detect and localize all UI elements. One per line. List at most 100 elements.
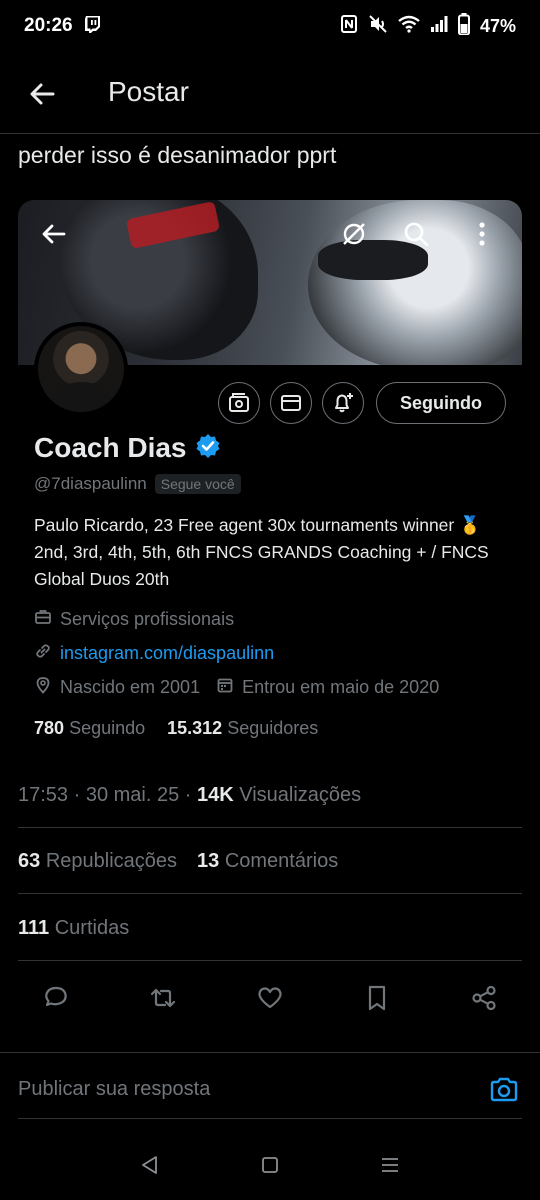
post-text: perder isso é desanimador pprt: [18, 142, 337, 168]
profile-link[interactable]: instagram.com/diaspaulinn: [60, 643, 274, 664]
follows-you-badge: Segue você: [154, 474, 241, 494]
views-count: 14K: [196, 784, 234, 806]
bookmark-button[interactable]: [361, 982, 393, 1014]
bookmark-icon: [368, 985, 386, 1011]
heart-icon: [258, 987, 282, 1009]
follow-counts: 780 Seguindo 15.312 Seguidores: [34, 718, 318, 739]
camera-icon: [490, 1077, 518, 1102]
following-count-link[interactable]: 780 Seguindo: [34, 718, 145, 739]
divider: [18, 960, 522, 961]
action-bar: [18, 975, 522, 1021]
joined-item: Entrou em maio de 2020: [216, 676, 439, 699]
following-label: Seguindo: [69, 718, 146, 738]
square-home-icon: [262, 1157, 278, 1173]
repost-button[interactable]: [147, 982, 179, 1014]
link-row: instagram.com/diaspaulinn: [34, 642, 274, 665]
profile-name: Coach Dias: [34, 432, 187, 463]
reply-button[interactable]: [40, 982, 72, 1014]
professional-label: Serviços profissionais: [60, 609, 235, 629]
profile-handle: @7diaspaulinn: [34, 474, 147, 493]
header-divider: [0, 133, 540, 134]
subscribe-icon: [229, 393, 249, 412]
mute-icon: [368, 14, 388, 39]
comment-icon: [45, 986, 67, 1007]
nav-home-button[interactable]: [255, 1150, 285, 1180]
verified-badge-icon: [195, 433, 221, 464]
page-title: Postar: [108, 76, 189, 107]
joined-label: Entrou em maio de 2020: [242, 677, 440, 697]
location-pin-icon: [34, 676, 52, 699]
share-button[interactable]: [468, 982, 500, 1014]
message-button[interactable]: [270, 382, 312, 424]
calendar-icon: [216, 676, 234, 699]
nav-back-button[interactable]: [135, 1150, 165, 1180]
arrow-left-icon: [42, 224, 66, 244]
banner-grok-button[interactable]: [336, 216, 372, 252]
menu-lines-icon: [382, 1158, 398, 1172]
reply-underline: [18, 1118, 522, 1119]
status-bar: 20:26 47%: [0, 0, 540, 52]
born-label: Nascido em 2001: [60, 677, 201, 697]
share-icon: [472, 985, 496, 1011]
followers-count: 15.312: [167, 718, 223, 738]
triangle-back-icon: [142, 1156, 157, 1174]
notifications-button[interactable]: [322, 382, 364, 424]
following-count: 780: [34, 718, 65, 738]
search-icon: [404, 222, 429, 247]
views-label: Visualizações: [239, 784, 362, 806]
reply-bar-divider: [0, 1052, 540, 1053]
repost-icon: [150, 988, 176, 1008]
battery-percent: 47%: [479, 15, 516, 36]
followers-count-link[interactable]: 15.312 Seguidores: [167, 718, 318, 739]
like-button[interactable]: [254, 982, 286, 1014]
arrow-left-icon: [30, 83, 55, 105]
status-time: 20:26: [24, 15, 73, 36]
post-timestamp: 17:53 · 30 mai. 25 · 14K Visualizações: [18, 784, 361, 807]
professional-row: Serviços profissionais: [34, 608, 234, 631]
engagement-row: 63 Republicações 13 Comentários: [18, 850, 338, 873]
avatar[interactable]: [34, 322, 128, 416]
banner-more-button[interactable]: [464, 216, 500, 252]
subscribe-button[interactable]: [218, 382, 260, 424]
nfc-icon: [340, 14, 358, 39]
divider: [18, 893, 522, 894]
likes-label: Curtidas: [54, 917, 130, 939]
profile-card[interactable]: Seguindo Coach Dias @7diaspaulinn Segue …: [18, 200, 522, 760]
likes-count: 111: [18, 917, 50, 939]
divider: [18, 827, 522, 828]
profile-name-row: Coach Dias: [34, 432, 221, 464]
comments-stat[interactable]: 13 Comentários: [197, 850, 338, 873]
born-item: Nascido em 2001: [34, 676, 200, 699]
reposts-label: Republicações: [45, 850, 178, 872]
reply-input[interactable]: Publicar sua resposta: [18, 1078, 210, 1101]
avatar-figure: [52, 382, 112, 412]
wifi-icon: [398, 15, 420, 38]
bell-plus-icon: [335, 393, 353, 413]
back-button[interactable]: [26, 78, 58, 110]
comments-count: 13: [197, 850, 220, 872]
followers-label: Seguidores: [227, 718, 319, 738]
nav-recents-button[interactable]: [375, 1150, 405, 1180]
banner-search-button[interactable]: [398, 216, 434, 252]
likes-row: 111 Curtidas: [18, 917, 129, 940]
header: Postar: [0, 60, 540, 130]
reposts-count: 63: [18, 850, 41, 872]
banner-back-button[interactable]: [36, 216, 72, 252]
mail-icon: [281, 395, 301, 411]
camera-button[interactable]: [488, 1074, 520, 1106]
handle-row: @7diaspaulinn Segue você: [34, 474, 241, 494]
twitch-icon: [83, 14, 103, 39]
signal-icon: [430, 15, 448, 38]
link-icon: [34, 642, 52, 665]
battery-icon: [457, 12, 470, 40]
system-nav-bar: [0, 1140, 540, 1190]
following-button[interactable]: Seguindo: [376, 382, 506, 424]
more-vertical-icon: [479, 222, 485, 246]
briefcase-icon: [34, 608, 52, 631]
likes-stat[interactable]: 111 Curtidas: [18, 917, 129, 940]
profile-bio: Paulo Ricardo, 23 Free agent 30x tournam…: [34, 515, 489, 589]
comments-label: Comentários: [224, 850, 339, 872]
reposts-stat[interactable]: 63 Republicações: [18, 850, 177, 873]
time-date: 17:53 · 30 mai. 25 ·: [18, 784, 197, 806]
grok-icon: [343, 223, 365, 245]
